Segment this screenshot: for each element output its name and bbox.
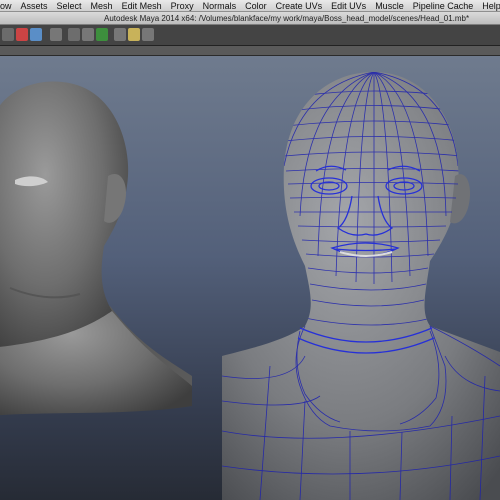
render-settings-icon[interactable] <box>128 28 140 41</box>
ipr-icon[interactable] <box>114 28 126 41</box>
render-icon[interactable] <box>82 28 94 41</box>
menu-normals[interactable]: Normals <box>203 1 237 11</box>
window-title: Autodesk Maya 2014 x64: /Volumes/blankfa… <box>104 13 470 23</box>
status-line-toolbar <box>0 25 500 46</box>
menu-color[interactable]: Color <box>245 1 267 11</box>
menu-create-uvs[interactable]: Create UVs <box>276 1 323 11</box>
menu-window[interactable]: low <box>0 1 12 11</box>
menu-muscle[interactable]: Muscle <box>375 1 404 11</box>
paint-select-icon[interactable] <box>30 28 42 41</box>
menu-help[interactable]: Help <box>482 1 500 11</box>
history-icon[interactable] <box>68 28 80 41</box>
viewport-canvas <box>0 72 500 500</box>
viewport-panel[interactable] <box>0 56 500 500</box>
menu-proxy[interactable]: Proxy <box>171 1 194 11</box>
menu-mesh[interactable]: Mesh <box>91 1 113 11</box>
hypershade-icon[interactable] <box>142 28 154 41</box>
menu-assets[interactable]: Assets <box>21 1 48 11</box>
render-view-icon[interactable] <box>96 28 108 41</box>
shelf-strip <box>0 46 500 56</box>
menu-edit-uvs[interactable]: Edit UVs <box>331 1 366 11</box>
lasso-icon[interactable] <box>16 28 28 41</box>
menu-edit-mesh[interactable]: Edit Mesh <box>122 1 162 11</box>
menu-select[interactable]: Select <box>57 1 82 11</box>
menu-bar: low Assets Select Mesh Edit Mesh Proxy N… <box>0 0 500 12</box>
menu-pipeline-cache[interactable]: Pipeline Cache <box>413 1 474 11</box>
select-tool-icon[interactable] <box>2 28 14 41</box>
wireframe-head-model <box>222 72 500 500</box>
window-title-bar: Autodesk Maya 2014 x64: /Volumes/blankfa… <box>0 12 500 25</box>
magnet-snap-icon[interactable] <box>50 28 62 41</box>
smooth-head-model <box>0 81 192 416</box>
